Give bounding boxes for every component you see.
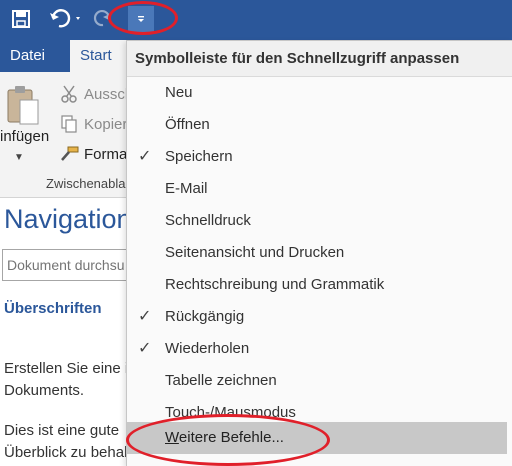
tab-datei[interactable]: Datei	[0, 40, 55, 72]
chevron-down-icon[interactable]: ▼	[14, 152, 24, 163]
nav-help-text: Dokuments.	[4, 382, 85, 399]
paste-button[interactable]	[6, 84, 40, 126]
clipboard-icon	[7, 86, 39, 125]
nav-help-text: Dies ist eine gute	[4, 422, 120, 439]
menu-item-schnelldruck[interactable]: Schnelldruck	[127, 205, 512, 237]
scissors-icon	[58, 84, 80, 104]
menu-item-neu[interactable]: Neu	[127, 77, 512, 109]
menu-item-speichern[interactable]: ✓ Speichern	[127, 141, 512, 173]
menu-item-tabelle[interactable]: Tabelle zeichnen	[127, 365, 512, 397]
undo-icon	[50, 9, 80, 28]
navigation-search-input[interactable]	[2, 249, 142, 281]
paintbrush-icon	[58, 144, 80, 164]
save-icon	[12, 10, 30, 28]
save-button[interactable]	[8, 6, 34, 32]
menu-item-email[interactable]: E-Mail	[127, 173, 512, 205]
menu-item-rechtschreibung[interactable]: Rechtschreibung und Grammatik	[127, 269, 512, 301]
customize-quick-access-menu: Symbolleiste für den Schnellzugriff anpa…	[126, 40, 512, 466]
annotation-ellipse-more-commands	[126, 414, 330, 466]
format-painter-label: Forma	[84, 145, 128, 163]
menu-header: Symbolleiste für den Schnellzugriff anpa…	[127, 41, 512, 77]
menu-item-oeffnen[interactable]: Öffnen	[127, 109, 512, 141]
copy-button[interactable]: Kopier	[58, 112, 127, 136]
checkmark-icon: ✓	[138, 308, 152, 325]
checkmark-icon: ✓	[138, 340, 152, 357]
nav-help-text: Erstellen Sie eine i	[4, 360, 129, 377]
tab-start[interactable]: Start	[70, 40, 128, 72]
format-painter-button[interactable]: Forma	[58, 142, 127, 166]
word-window: Datei Start infügen ▼ Aussch Kopier Form…	[0, 0, 512, 466]
copy-label: Kopier	[84, 115, 128, 133]
title-bar	[0, 0, 512, 40]
clipboard-group-label: Zwischenabla	[46, 176, 126, 191]
menu-item-seitenansicht[interactable]: Seitenansicht und Drucken	[127, 237, 512, 269]
menu-item-wiederholen[interactable]: ✓ Wiederholen	[127, 333, 512, 365]
navigation-pane-title: Navigation	[4, 204, 132, 234]
menu-item-rueckgaengig[interactable]: ✓ Rückgängig	[127, 301, 512, 333]
checkmark-icon: ✓	[138, 148, 152, 165]
copy-icon	[58, 114, 80, 134]
menu-items: Neu Öffnen ✓ Speichern E-Mail Schnelldruc…	[127, 77, 512, 429]
nav-help-text: Überblick zu behal	[4, 444, 128, 461]
cut-button[interactable]: Aussch	[58, 82, 133, 106]
annotation-ellipse-customize	[108, 1, 178, 35]
tab-headings[interactable]: Überschriften	[4, 300, 102, 317]
undo-button[interactable]	[48, 6, 86, 32]
paste-label: infügen	[0, 128, 50, 145]
